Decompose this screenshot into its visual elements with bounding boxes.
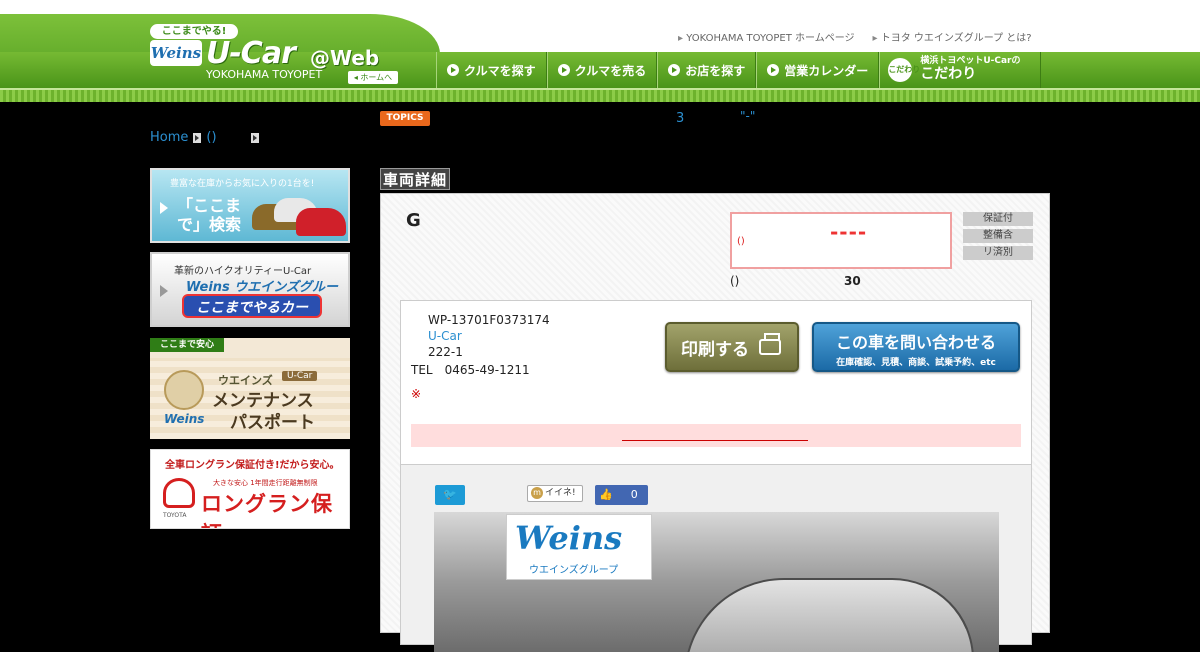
kodawari-icon: こだわり xyxy=(888,58,920,82)
price-value: ---- xyxy=(830,220,868,244)
car-body xyxy=(684,578,974,652)
nav-label: お店を探す xyxy=(685,63,746,78)
iine-label: イイネ! xyxy=(545,488,576,498)
toyota-label: TOYOTA xyxy=(163,512,187,519)
dealer-box: WP-13701F0373174 U-Car 222-1 TEL 0465-49… xyxy=(400,300,1032,465)
nav-sell-car[interactable]: クルマを売る xyxy=(546,52,658,88)
weins-logo[interactable]: Weins xyxy=(150,40,202,66)
showroom-sign-sub: ウエインズグループ xyxy=(529,565,619,576)
thumbs-up-icon: 👍 xyxy=(599,488,613,501)
top-links: YOKOHAMA TOYOPET ホームページ トヨタ ウエインズグループ とは… xyxy=(678,29,1032,44)
nav-find-shop[interactable]: お店を探す xyxy=(657,52,757,88)
play-icon xyxy=(160,285,168,297)
web-logo: @Web xyxy=(310,46,380,70)
heart-icon xyxy=(163,478,195,508)
notice-link[interactable] xyxy=(622,440,808,441)
car-photo[interactable]: Weins ウエインズグループ xyxy=(434,512,999,652)
contact-button[interactable]: この車を問い合わせる 在庫確認、見積、商談、試乗予約、etc xyxy=(812,322,1020,372)
topics-link-2[interactable]: "-" xyxy=(740,109,755,123)
banner-search-title: 「ここまで」検索 xyxy=(176,196,241,235)
main-nav: クルマを探す クルマを売る お店を探す 営業カレンダー こだわり 横浜トヨペット… xyxy=(436,52,1042,88)
nav-kodawari[interactable]: こだわり 横浜トヨペットU-Carの こだわり xyxy=(879,52,1042,88)
shop-link[interactable]: U-Car xyxy=(428,329,462,343)
car-image xyxy=(296,208,346,236)
banner-longrun-warranty[interactable]: 全車ロングラン保証付き!だから安心。 TOYOTA 大きな安心 1年間走行距離無… xyxy=(150,449,350,529)
home-button[interactable]: ◂ ホームへ xyxy=(348,71,398,84)
info-number: 30 xyxy=(844,274,861,288)
arrow-circle-icon xyxy=(557,64,570,76)
chevron-right-icon xyxy=(193,132,202,143)
banner-long-sub: 大きな安心 1年間走行距離無制限 xyxy=(213,479,318,487)
nav-label: クルマを売る xyxy=(574,63,647,78)
price-box: () ---- xyxy=(730,212,952,269)
tag-warranty: 保証付 xyxy=(963,212,1033,226)
arrow-circle-icon xyxy=(447,64,459,76)
topics-badge: TOPICS xyxy=(380,111,430,126)
facebook-like-button[interactable]: 👍 0 xyxy=(595,485,648,505)
twitter-icon: 🐦 xyxy=(443,488,457,501)
breadcrumb: Home () xyxy=(150,130,259,145)
banner-search[interactable]: 豊富な在庫からお気に入りの1台を! 「ここまで」検索 xyxy=(150,168,350,243)
nav-kodawari-text: 横浜トヨペットU-Carの こだわり xyxy=(920,56,1020,83)
contact-sub-label: 在庫確認、見積、商談、試乗予約、etc xyxy=(836,358,996,368)
ucar-logo[interactable]: U-Car xyxy=(206,36,296,71)
breadcrumb-home[interactable]: Home xyxy=(150,130,188,145)
banner-kokomade-car[interactable]: 革新のハイクオリティーU-Car Weins ウエインズグループ ここまでやるカ… xyxy=(150,252,350,327)
shop-address: 222-1 xyxy=(428,345,463,359)
banner-long-caption: 全車ロングラン保証付き!だから安心。 xyxy=(165,460,340,471)
print-label: 印刷する xyxy=(681,339,749,360)
chevron-right-icon xyxy=(250,132,259,143)
weins-logo: Weins xyxy=(515,519,623,557)
site-header: ここまでやる! Weins U-Car @Web YOKOHAMA TOYOPE… xyxy=(0,0,1200,102)
banner-car-caption: 革新のハイクオリティーU-Car xyxy=(174,266,312,277)
breadcrumb-item[interactable]: () xyxy=(206,130,216,145)
price-label: () xyxy=(737,236,745,247)
top-link-toyopet-home[interactable]: YOKOHAMA TOYOPET ホームページ xyxy=(678,29,854,44)
tools-emblem-icon xyxy=(164,370,204,410)
nav-search-car[interactable]: クルマを探す xyxy=(436,52,547,88)
info-row: () 30 xyxy=(730,274,861,288)
printer-icon xyxy=(759,333,781,355)
banner-maint-ucar: U-Car xyxy=(282,371,318,381)
top-link-weins-group[interactable]: トヨタ ウエインズグループ とは? xyxy=(873,29,1032,44)
print-button[interactable]: 印刷する xyxy=(665,322,799,372)
banner-long-title: ロングラン保証 xyxy=(201,492,333,528)
weins-logo: Weins xyxy=(164,412,205,426)
nav-calendar[interactable]: 営業カレンダー xyxy=(756,52,880,88)
contact-label: この車を問い合わせる xyxy=(835,333,996,352)
topics-link[interactable]: 3 xyxy=(676,111,684,126)
play-icon xyxy=(160,202,168,214)
section-title: 車両詳細 xyxy=(380,168,451,190)
mixi-iine-button[interactable]: m イイネ! xyxy=(527,485,583,502)
notice-bar xyxy=(411,424,1021,447)
arrow-circle-icon xyxy=(767,64,780,76)
header-stripe xyxy=(0,88,1200,102)
banner-search-caption: 豊富な在庫からお気に入りの1台を! xyxy=(170,179,315,189)
mixi-icon: m xyxy=(531,487,543,499)
note-mark: ※ xyxy=(411,387,422,401)
shop-tel: TEL 0465-49-1211 xyxy=(411,363,530,377)
info-label: () xyxy=(730,274,740,288)
banner-maint-line3: パスポート xyxy=(230,413,315,433)
tag-recycle: リ済別 xyxy=(963,246,1033,260)
banner-maint-tab: ここまで安心 xyxy=(150,338,224,352)
showroom-sign: Weins ウエインズグループ xyxy=(506,514,652,580)
arrow-circle-icon xyxy=(668,64,681,76)
feature-tags: 保証付 整備含 リ済別 xyxy=(963,212,1033,260)
vehicle-detail-panel: G () ---- 保証付 整備含 リ済別 () 30 WP-13701F037… xyxy=(380,193,1050,652)
stock-number: WP-13701F0373174 xyxy=(428,313,550,327)
twitter-button[interactable]: 🐦 xyxy=(435,485,465,505)
banner-maintenance-passport[interactable]: ここまで安心 ウエインズ U-Car メンテナンス パスポート Weins xyxy=(150,338,350,439)
car-grade: G xyxy=(406,210,421,231)
photo-area: 🐦 m イイネ! 👍 0 Weins ウエインズグループ xyxy=(400,465,1032,652)
tag-maintenance: 整備含 xyxy=(963,229,1033,243)
nav-label: クルマを探す xyxy=(464,63,536,78)
banner-car-title: ここまでやるカー xyxy=(182,294,322,318)
logo-company: YOKOHAMA TOYOPET xyxy=(206,68,323,81)
like-count: 0 xyxy=(630,488,638,501)
nav-kodawari-big: こだわり xyxy=(920,66,977,83)
nav-label: 営業カレンダー xyxy=(784,63,869,78)
